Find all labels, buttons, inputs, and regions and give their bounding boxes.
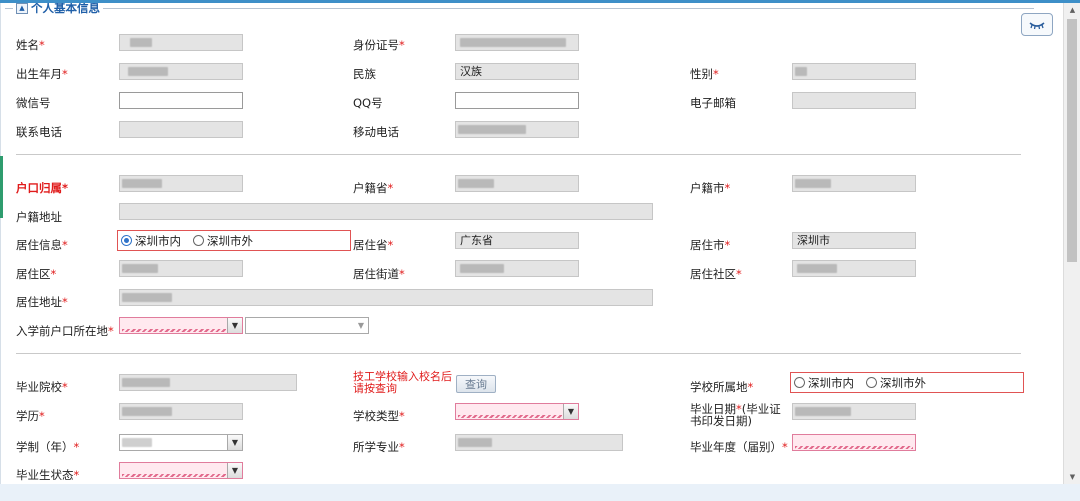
footer-strip bbox=[0, 484, 1080, 501]
hukou-city-field bbox=[792, 175, 916, 192]
residence-street-label: 居住街道* bbox=[353, 267, 405, 281]
hukou-field bbox=[119, 175, 243, 192]
vertical-scrollbar[interactable]: ▲ ▼ bbox=[1063, 3, 1080, 484]
radio-residence-inside[interactable]: 深圳市内 bbox=[121, 233, 181, 249]
arrow-up-icon[interactable]: ▲ bbox=[1064, 3, 1080, 17]
major-label: 所学专业* bbox=[353, 440, 405, 454]
query-button[interactable]: 查询 bbox=[456, 375, 496, 393]
radio-school-outside[interactable]: 深圳市外 bbox=[866, 375, 926, 391]
hukou-province-label: 户籍省* bbox=[353, 181, 394, 195]
duration-label: 学制（年）* bbox=[16, 440, 80, 454]
eye-closed-icon bbox=[1029, 21, 1045, 29]
birth-label: 出生年月* bbox=[16, 67, 68, 81]
major-field bbox=[455, 434, 623, 451]
email-field bbox=[792, 92, 916, 109]
residence-city-field: 深圳市 bbox=[792, 232, 916, 249]
pre-hukou-city-select[interactable]: ▼ bbox=[245, 317, 369, 334]
radio-school-inside[interactable]: 深圳市内 bbox=[794, 375, 854, 391]
phone-label: 联系电话 bbox=[16, 125, 62, 139]
grad-year-input[interactable] bbox=[792, 434, 916, 451]
wechat-input[interactable] bbox=[119, 92, 243, 109]
residence-address-field bbox=[119, 289, 653, 306]
scrollbar-thumb[interactable] bbox=[1067, 19, 1077, 262]
residence-label: 居住信息* bbox=[16, 238, 68, 252]
pre-hukou-province-select[interactable]: ▼ bbox=[119, 317, 243, 334]
duration-select[interactable]: ▼ bbox=[119, 434, 243, 451]
mobile-label: 移动电话 bbox=[353, 125, 399, 139]
radio-residence-outside[interactable]: 深圳市外 bbox=[193, 233, 253, 249]
gender-label: 性别* bbox=[690, 67, 719, 81]
chevron-down-icon: ▼ bbox=[227, 463, 242, 478]
gender-field bbox=[792, 63, 916, 80]
residence-community-field bbox=[792, 260, 916, 277]
section-legend: ▲ 个人基本信息 bbox=[13, 3, 103, 15]
residence-province-label: 居住省* bbox=[353, 238, 394, 252]
radio-checked-icon bbox=[121, 235, 132, 246]
chevron-down-icon: ▼ bbox=[227, 318, 242, 333]
residence-city-label: 居住市* bbox=[690, 238, 731, 252]
name-field bbox=[119, 34, 243, 51]
pre-hukou-label: 入学前户口所在地* bbox=[16, 324, 114, 338]
query-hint-text: 技工学校输入校名后请按查询 bbox=[353, 370, 452, 395]
email-label: 电子邮箱 bbox=[690, 96, 736, 110]
radio-unchecked-icon bbox=[866, 377, 877, 388]
residence-address-label: 居住地址* bbox=[16, 295, 68, 309]
grad-school-field bbox=[119, 374, 297, 391]
grad-date-field bbox=[792, 403, 916, 420]
hukou-label: 户口归属* bbox=[16, 181, 69, 195]
hukou-address-label: 户籍地址 bbox=[16, 210, 62, 224]
grad-school-label: 毕业院校* bbox=[16, 380, 68, 394]
side-edge-marker bbox=[0, 156, 3, 218]
birth-field bbox=[119, 63, 243, 80]
qq-input[interactable] bbox=[455, 92, 579, 109]
wechat-label: 微信号 bbox=[16, 96, 51, 110]
section-divider bbox=[16, 353, 1021, 354]
qq-label: QQ号 bbox=[353, 96, 383, 110]
fieldset-border bbox=[5, 8, 1034, 9]
grad-status-label: 毕业生状态* bbox=[16, 468, 80, 482]
school-type-label: 学校类型* bbox=[353, 409, 405, 423]
grad-date-label: 毕业日期*(毕业证书印发日期) bbox=[690, 402, 781, 428]
residence-street-field bbox=[455, 260, 579, 277]
hukou-city-label: 户籍市* bbox=[690, 181, 731, 195]
residence-province-field: 广东省 bbox=[455, 232, 579, 249]
grad-year-label: 毕业年度（届别）* bbox=[690, 440, 788, 454]
school-location-radio-group: 深圳市内 深圳市外 bbox=[790, 372, 1024, 393]
radio-unchecked-icon bbox=[794, 377, 805, 388]
education-label: 学历* bbox=[16, 409, 45, 423]
chevron-down-icon: ▼ bbox=[227, 435, 242, 450]
education-field bbox=[119, 403, 243, 420]
arrow-down-icon[interactable]: ▼ bbox=[1064, 470, 1080, 484]
ethnic-label: 民族 bbox=[353, 67, 376, 81]
eye-toggle-button[interactable] bbox=[1021, 13, 1053, 36]
school-type-select[interactable]: ▼ bbox=[455, 403, 579, 420]
id-number-label: 身份证号* bbox=[353, 38, 405, 52]
section-title: 个人基本信息 bbox=[31, 3, 100, 15]
residence-radio-group: 深圳市内 深圳市外 bbox=[117, 230, 351, 251]
residence-district-field bbox=[119, 260, 243, 277]
residence-district-label: 居住区* bbox=[16, 267, 57, 281]
chevron-down-icon: ▼ bbox=[563, 404, 578, 419]
id-number-field bbox=[455, 34, 579, 51]
name-label: 姓名* bbox=[16, 38, 45, 52]
school-location-label: 学校所属地* bbox=[690, 380, 754, 394]
collapse-toggle-icon[interactable]: ▲ bbox=[16, 3, 28, 14]
grad-status-select[interactable]: ▼ bbox=[119, 462, 243, 479]
phone-field bbox=[119, 121, 243, 138]
section-divider bbox=[16, 154, 1021, 155]
radio-unchecked-icon bbox=[193, 235, 204, 246]
ethnic-field: 汉族 bbox=[455, 63, 579, 80]
form-panel: ▲ 个人基本信息 姓名* 身份证号* 出生年月* 民族 汉族 性别* 微信号 Q… bbox=[0, 3, 1064, 484]
chevron-down-icon: ▼ bbox=[354, 318, 368, 333]
mobile-field bbox=[455, 121, 579, 138]
residence-community-label: 居住社区* bbox=[690, 267, 742, 281]
hukou-province-field bbox=[455, 175, 579, 192]
hukou-address-field bbox=[119, 203, 653, 220]
